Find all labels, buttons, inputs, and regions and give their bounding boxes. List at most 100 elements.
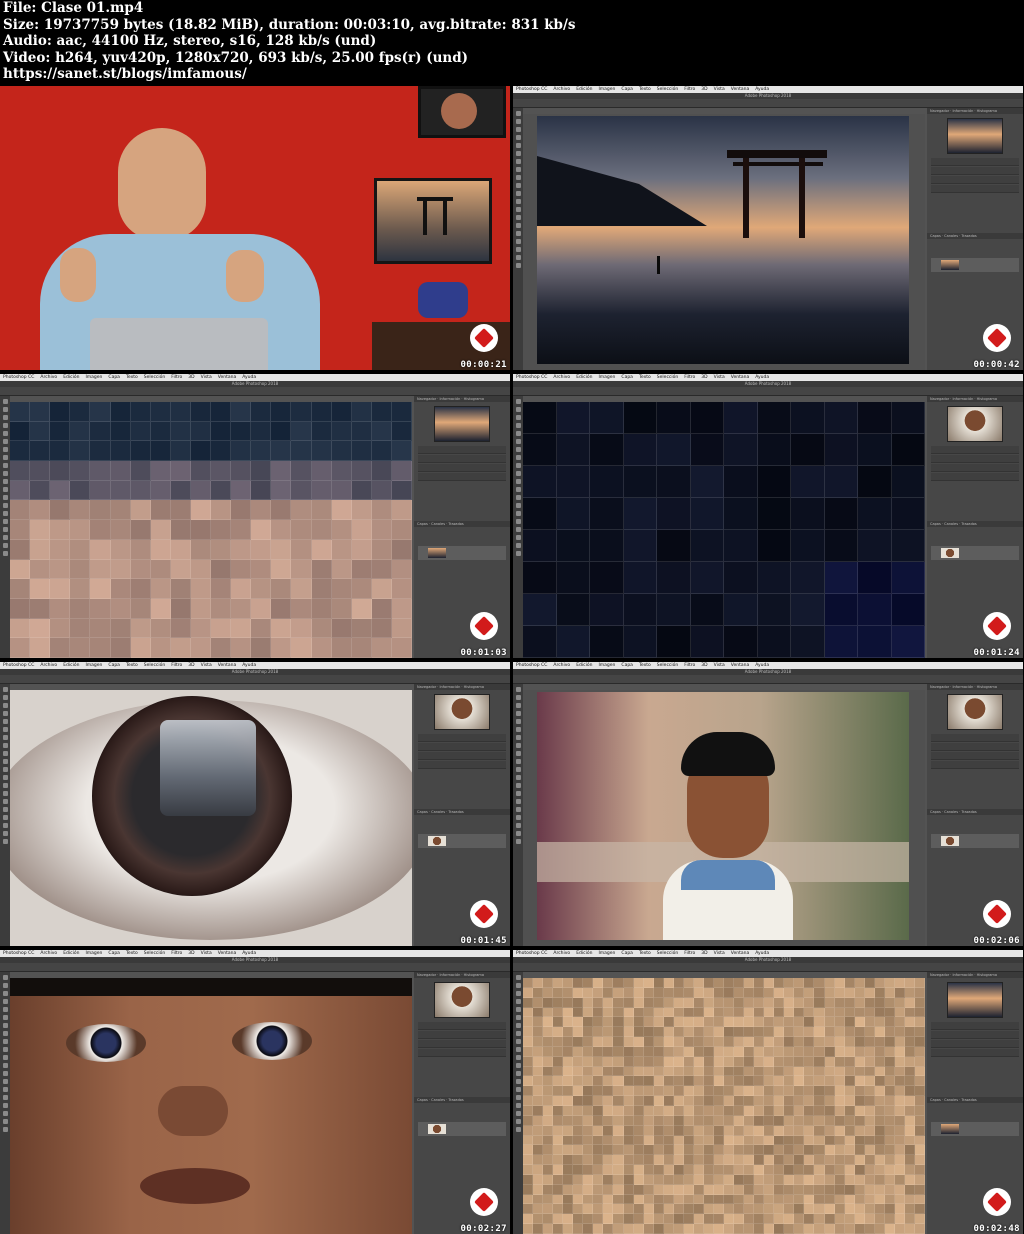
tools-panel[interactable] [0,396,10,658]
thumbnail-3[interactable]: Photoshop CC Archivo Edición Imagen Capa Text… [0,374,510,658]
layers-tabs[interactable]: Capas · Canales · Trazados [927,521,1023,527]
pixel-cell [613,1046,624,1057]
pixel-cell [271,618,292,639]
navigator-tabs[interactable]: Navegador · Información · Histograma [927,396,1023,402]
pixel-cell [894,1106,905,1116]
pixel-cell [371,638,392,658]
pixel-cell [30,559,51,580]
pixel-cell [70,520,91,540]
pixel-cell [663,1106,674,1116]
pixel-cell [754,1115,765,1126]
pixel-cell [703,1027,714,1038]
pixel-cell [804,1037,815,1047]
pixel-cell [590,434,624,466]
pixel-cell [573,997,584,1008]
layers-tabs[interactable]: Capas · Canales · Trazados [414,521,510,527]
pixel-cell [613,1017,624,1028]
video-info: Video: h264, yuv420p, 1280x720, 693 kb/s… [3,49,469,66]
pixel-cell [854,1056,865,1067]
pixel-cell [754,1017,765,1028]
tools-panel[interactable] [513,108,523,370]
thumbnail-1[interactable]: 00:00:21 [0,86,510,370]
layers-tabs[interactable]: Capas · Canales · Trazados [414,809,510,815]
pixel-cell [744,1007,755,1018]
pixel-cell [914,1115,925,1126]
pixel-cell [556,434,590,466]
pixel-cell [653,1194,664,1205]
pixel-cell [791,466,825,498]
pixel-cell [613,997,624,1008]
tools-panel[interactable] [513,396,523,658]
pixel-cell [884,1027,895,1038]
layer-row[interactable] [931,258,1019,272]
navigator-tabs[interactable]: Navegador · Información · Histograma [414,396,510,402]
pixel-cell [914,1125,925,1136]
document-canvas[interactable] [10,690,412,946]
thumbnail-5[interactable]: Photoshop CC Archivo Edición Imagen Capa Text… [0,662,510,946]
pixel-cell [523,1155,534,1166]
layer-row[interactable] [418,834,506,848]
tools-panel[interactable] [0,684,10,946]
pixel-cell [894,997,905,1008]
pixel-cell [633,1037,644,1047]
navigator-tabs[interactable]: Navegador · Información · Histograma [927,972,1023,978]
pixel-cell [603,1046,614,1057]
pixel-cell [914,1037,925,1047]
document-canvas[interactable] [523,402,925,658]
pixel-cell [914,1106,925,1116]
layer-row[interactable] [931,834,1019,848]
document-canvas[interactable] [10,978,412,1234]
pixel-cell [633,1066,644,1077]
pixel-cell [633,1184,644,1195]
layers-tabs[interactable]: Capas · Canales · Trazados [927,233,1023,239]
navigator-tabs[interactable]: Navegador · Información · Histograma [414,684,510,690]
pixel-cell [633,1194,644,1205]
navigator-tabs[interactable]: Navegador · Información · Histograma [414,972,510,978]
tools-panel[interactable] [513,972,523,1234]
thumbnail-2[interactable]: Photoshop CC Archivo Edición Imagen Capa Text… [513,86,1023,370]
pixel-cell [884,1046,895,1057]
layer-row[interactable] [418,546,506,560]
pixel-cell [523,562,557,594]
layer-row[interactable] [418,1122,506,1136]
pixel-cell [533,1174,544,1185]
pixel-cell [573,1056,584,1067]
pixel-cell [914,1214,925,1225]
navigator-tabs[interactable]: Navegador · Información · Histograma [927,108,1023,114]
tools-panel[interactable] [513,684,523,946]
document-canvas[interactable] [10,402,412,658]
pixel-cell [693,1007,704,1018]
pixel-cell [784,1115,795,1126]
pixel-cell [533,1046,544,1057]
document-canvas[interactable] [523,114,925,370]
tools-panel[interactable] [0,972,10,1234]
thumbnail-7[interactable]: Photoshop CC Archivo Edición Imagen Capa Text… [0,950,510,1234]
pixel-cell [351,618,372,639]
thumbnail-6[interactable]: Photoshop CC Archivo Edición Imagen Capa Text… [513,662,1023,946]
pixel-cell [784,1037,795,1047]
layers-tabs[interactable]: Capas · Canales · Trazados [414,1097,510,1103]
pixel-cell [593,1145,604,1156]
pixel-cell [150,520,171,540]
thumbnail-8[interactable]: Photoshop CC Archivo Edición Imagen Capa Text… [513,950,1023,1234]
pixel-cell [10,638,31,658]
navigator-tabs[interactable]: Navegador · Información · Histograma [927,684,1023,690]
layer-row[interactable] [931,1122,1019,1136]
pixel-cell [693,1194,704,1205]
pixel-cell [30,421,51,442]
thumbnail-4[interactable]: Photoshop CC Archivo Edición Imagen Capa Text… [513,374,1023,658]
pixel-cell [533,1145,544,1156]
pixel-cell [791,434,825,466]
document-canvas[interactable] [523,690,925,946]
pixel-cell [804,1017,815,1028]
layers-tabs[interactable]: Capas · Canales · Trazados [927,1097,1023,1103]
pixel-cell [724,1086,735,1097]
pixel-cell [50,539,71,560]
layers-tabs[interactable]: Capas · Canales · Trazados [927,809,1023,815]
pixel-cell [657,434,691,466]
layer-row[interactable] [931,546,1019,560]
pixel-cell [603,1155,614,1166]
pixel-cell [894,1224,905,1234]
document-canvas[interactable] [523,978,925,1234]
pixel-cell [543,1096,554,1106]
